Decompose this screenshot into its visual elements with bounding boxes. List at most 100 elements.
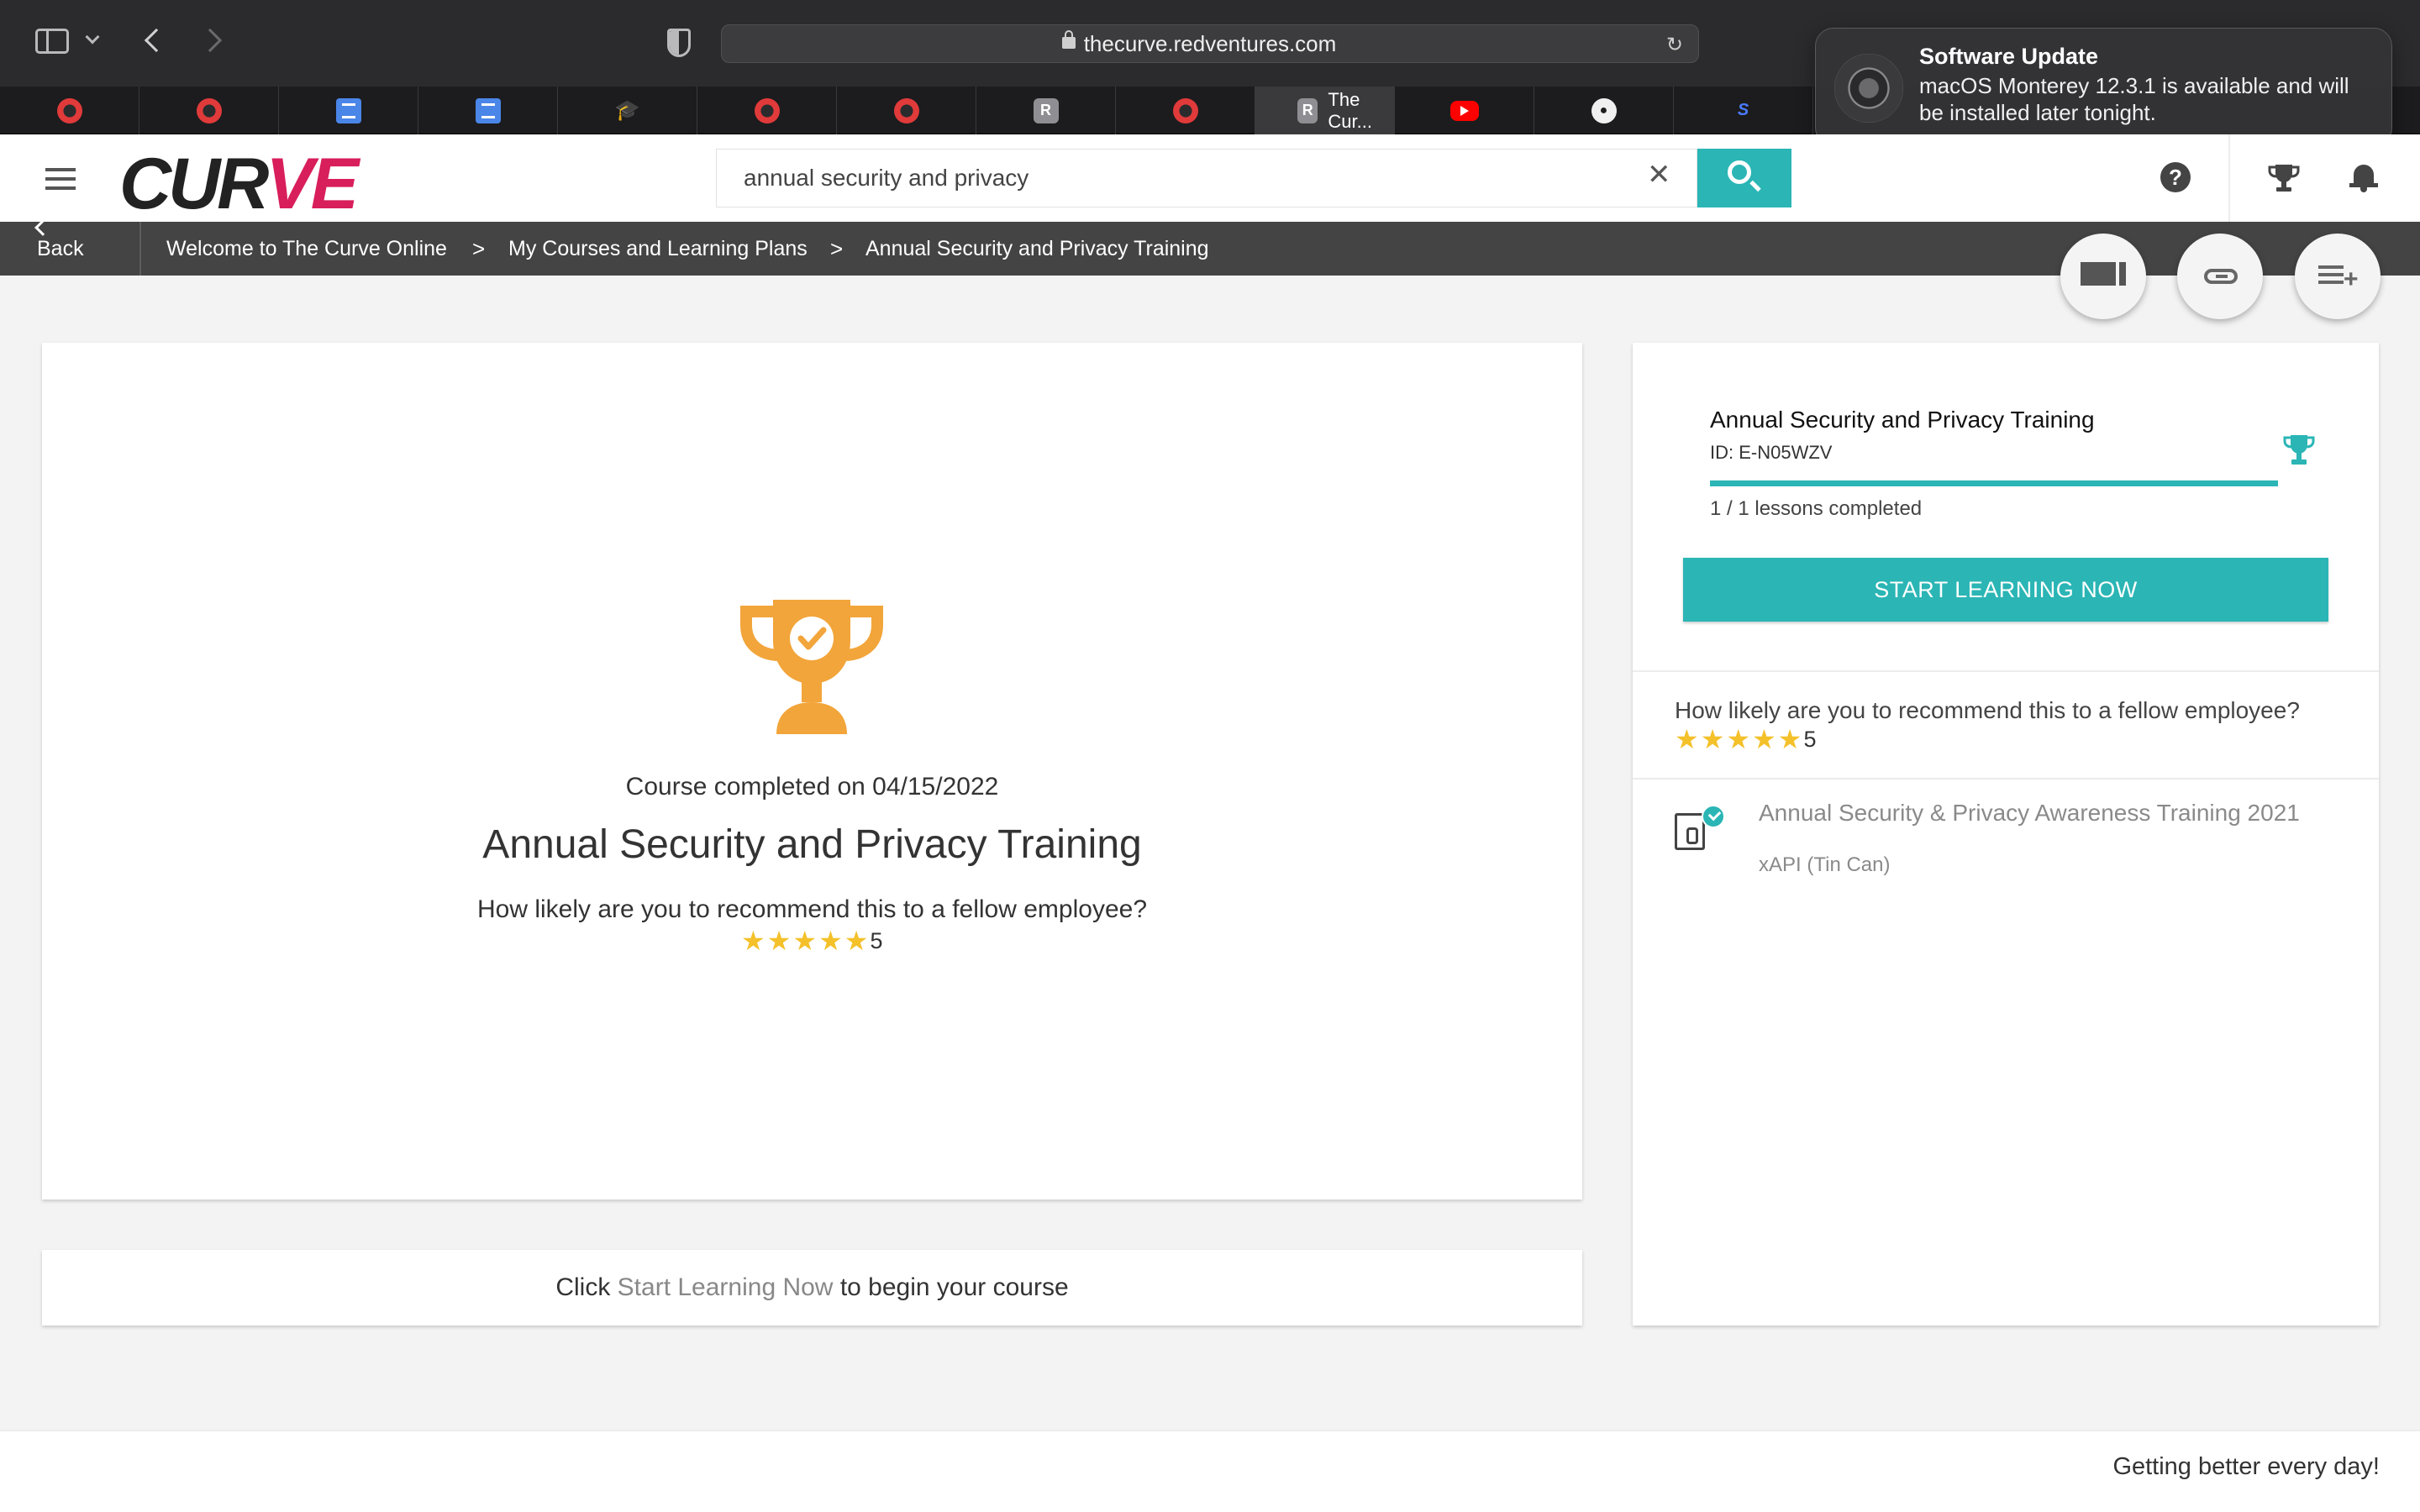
- chevron-down-icon[interactable]: [85, 29, 100, 45]
- copy-link-button[interactable]: [2177, 234, 2263, 319]
- back-button[interactable]: Back: [34, 219, 84, 276]
- star-icon[interactable]: ★: [1752, 726, 1776, 753]
- search-icon: [1728, 160, 1751, 184]
- tab-6[interactable]: [697, 87, 837, 134]
- software-update-notification[interactable]: Software Update macOS Monterey 12.3.1 is…: [1815, 28, 2392, 146]
- course-title: Annual Security and Privacy Training: [482, 822, 1142, 867]
- theater-mode-button[interactable]: [2060, 234, 2146, 319]
- lesson-title[interactable]: Annual Security & Privacy Awareness Trai…: [1759, 801, 2347, 825]
- tab-label: The Cur...: [1328, 88, 1372, 132]
- rating-value: 5: [870, 927, 883, 953]
- breadcrumb-separator: >: [830, 236, 844, 261]
- tab-1[interactable]: [0, 87, 139, 134]
- star-icon[interactable]: ★: [818, 927, 843, 954]
- star-icon[interactable]: ★: [741, 927, 765, 954]
- course-progress-bar: [1710, 480, 2278, 486]
- hint-link[interactable]: Start Learning Now: [618, 1273, 834, 1301]
- forward-arrow-icon[interactable]: [197, 28, 223, 53]
- search-input[interactable]: [716, 149, 1697, 207]
- add-to-playlist-button[interactable]: [2295, 234, 2381, 319]
- divider: [1633, 778, 2379, 780]
- tab-7[interactable]: [837, 87, 976, 134]
- divider: [1633, 670, 2379, 672]
- url-text: thecurve.redventures.com: [1083, 31, 1337, 56]
- help-icon[interactable]: ?: [2160, 162, 2191, 192]
- start-learning-hint: Click Start Learning Now to begin your c…: [42, 1250, 1582, 1326]
- curve-logo[interactable]: CURVE: [119, 143, 359, 226]
- rating-value: 5: [1803, 726, 1817, 752]
- xapi-package-icon: [1675, 813, 1705, 850]
- logo-text: CUR: [119, 144, 269, 224]
- footer-tagline: Getting better every day!: [2112, 1453, 2380, 1480]
- menu-icon[interactable]: [45, 168, 76, 190]
- tab-9[interactable]: [1116, 87, 1255, 134]
- tab-4[interactable]: [418, 87, 558, 134]
- trophy-icon: [2283, 435, 2315, 465]
- breadcrumb-item-welcome[interactable]: Welcome to The Curve Online: [166, 222, 447, 276]
- tab-5[interactable]: 🎓: [558, 87, 697, 134]
- playlist-add-icon: [2318, 265, 2359, 294]
- course-completion-card: [42, 343, 1582, 1200]
- red-app-icon: [56, 97, 82, 123]
- header-divider: [2228, 134, 2230, 222]
- github-icon: ●: [1591, 97, 1617, 123]
- sidebar-toggle-icon[interactable]: [35, 29, 69, 54]
- breadcrumb-divider: [139, 222, 141, 276]
- red-app-icon: [1172, 97, 1198, 123]
- youtube-icon: [1449, 100, 1479, 121]
- completion-date: Course completed on 04/15/2022: [625, 773, 999, 801]
- address-bar[interactable]: thecurve.redventures.com ↻: [721, 24, 1699, 63]
- course-id: ID: E-N05WZV: [1710, 442, 1833, 463]
- star-icon[interactable]: ★: [844, 927, 869, 954]
- trophy-icon[interactable]: [2267, 163, 2301, 193]
- privacy-shield-icon[interactable]: [667, 29, 691, 57]
- lessons-completed: 1 / 1 lessons completed: [1710, 497, 1923, 520]
- red-app-icon: [893, 97, 919, 123]
- progress-fill: [1710, 480, 2278, 486]
- tab-11[interactable]: [1395, 87, 1534, 134]
- recommend-question: How likely are you to recommend this to …: [476, 895, 1148, 923]
- breadcrumb: Back Welcome to The Curve Online > My Co…: [0, 219, 2420, 276]
- star-icon[interactable]: ★: [1778, 726, 1802, 753]
- star-icon[interactable]: ★: [767, 927, 792, 954]
- red-app-icon: [196, 97, 222, 123]
- link-icon: [2204, 269, 2238, 284]
- course-sidebar: Annual Security and Privacy Training ID:…: [1633, 343, 2379, 1326]
- breadcrumb-item-my-courses[interactable]: My Courses and Learning Plans: [508, 222, 808, 276]
- hint-prefix: Click: [555, 1273, 618, 1301]
- sidebar-course-title: Annual Security and Privacy Training: [1710, 407, 2095, 433]
- reload-icon[interactable]: ↻: [1666, 33, 1683, 57]
- completed-trophy-icon: [740, 600, 883, 734]
- tab-the-curve[interactable]: R The Cur...: [1255, 87, 1395, 134]
- system-preferences-icon: [1834, 54, 1903, 123]
- search-button[interactable]: [1697, 149, 1791, 207]
- tab-8[interactable]: R: [976, 87, 1116, 134]
- back-label: Back: [37, 237, 84, 260]
- breadcrumb-separator: >: [472, 236, 486, 261]
- google-docs-icon: [475, 97, 501, 123]
- sf-icon: S: [1737, 101, 1749, 119]
- clear-search-icon[interactable]: ✕: [1647, 158, 1671, 192]
- graduation-cap-icon: 🎓: [614, 99, 640, 122]
- star-icon[interactable]: ★: [1675, 726, 1699, 753]
- breadcrumb-item-current: Annual Security and Privacy Training: [865, 237, 1209, 260]
- screen-icon: [2081, 262, 2126, 286]
- red-app-icon: [754, 97, 780, 123]
- tab-12[interactable]: ●: [1534, 87, 1674, 134]
- star-icon[interactable]: ★: [1701, 726, 1725, 753]
- star-icon[interactable]: ★: [792, 927, 817, 954]
- google-docs-icon: [335, 97, 361, 123]
- back-arrow-icon[interactable]: [144, 28, 169, 53]
- tab-2[interactable]: [139, 87, 279, 134]
- sidebar-recommend-question: How likely are you to recommend this to …: [1675, 697, 2300, 723]
- notification-title: Software Update: [1919, 44, 2099, 69]
- bell-icon[interactable]: [2349, 163, 2378, 193]
- start-learning-button[interactable]: START LEARNING NOW: [1683, 558, 2328, 622]
- chevron-left-icon: [34, 219, 51, 236]
- tab-3[interactable]: [279, 87, 418, 134]
- sidebar-star-rating[interactable]: ★ ★ ★ ★ ★ 5: [1675, 726, 1816, 753]
- footer: Getting better every day!: [0, 1430, 2420, 1512]
- star-icon[interactable]: ★: [1726, 726, 1750, 753]
- tab-13[interactable]: S: [1674, 87, 1813, 134]
- star-rating[interactable]: ★ ★ ★ ★ ★ 5: [741, 927, 882, 954]
